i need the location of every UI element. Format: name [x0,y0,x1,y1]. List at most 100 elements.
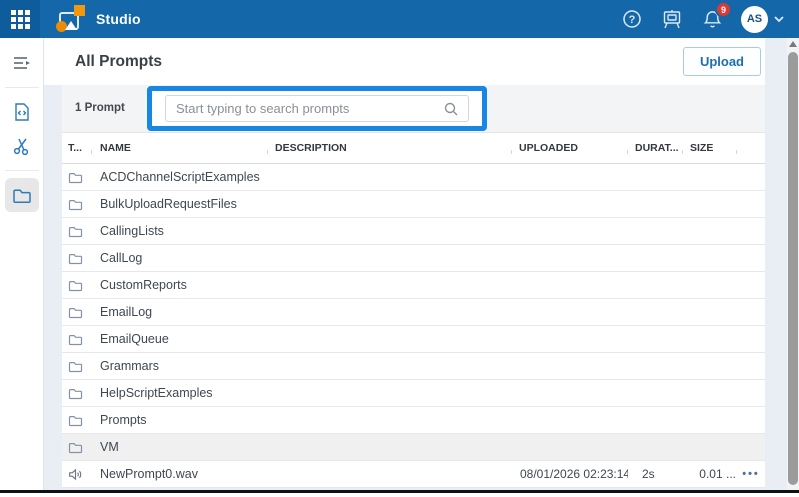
presentation-screen-icon[interactable] [661,8,683,30]
row-type-cell [62,198,92,211]
sidebar-divider [5,170,39,171]
app-launcher-button[interactable] [0,0,40,38]
folder-icon [68,360,83,373]
folder-icon [68,414,83,427]
row-size: 0.01 ... [683,467,737,481]
search-input[interactable] [166,101,443,116]
upload-button[interactable]: Upload [683,47,761,76]
row-type-cell [62,414,92,427]
table-row[interactable]: CallingLists [62,218,765,245]
prompts-panel: 1 Prompt T... NAME DESCRIPTION [62,85,765,488]
notification-badge: 9 [715,1,732,18]
brand: Studio [56,5,141,33]
scrollbar-thumb[interactable] [788,52,798,485]
topbar-actions: ? 9 AS [621,6,799,33]
table-header: T... NAME DESCRIPTION UPLOADED DURAT... … [62,133,765,164]
prompt-count: 1 Prompt [75,102,125,114]
folder-icon [12,187,32,204]
sidebar-item-prompts-folder[interactable] [5,178,39,212]
top-bar: Studio ? 9 [0,0,799,38]
audio-speaker-icon [68,468,83,481]
table-row[interactable]: CallLog [62,245,765,272]
search-box [165,95,469,122]
row-name: EmailLog [92,305,268,319]
table-row[interactable]: EmailQueue [62,326,765,353]
toolbar: 1 Prompt [62,85,765,133]
sidebar-item-script-list[interactable] [5,46,39,80]
column-header-type[interactable]: T... [62,142,92,154]
table-row[interactable]: EmailLog [62,299,765,326]
studio-logo-icon [56,5,86,33]
row-uploaded: 08/01/2026 02:23:14 [512,467,628,481]
folder-icon [68,441,83,454]
app-title: Studio [96,11,141,27]
avatar: AS [741,6,768,33]
folder-icon [68,198,83,211]
row-name: EmailQueue [92,332,268,346]
code-document-icon [13,102,31,122]
row-name: BulkUploadRequestFiles [92,197,268,211]
table-row[interactable]: BulkUploadRequestFiles [62,191,765,218]
apps-grid-icon [11,10,30,29]
row-type-cell [62,360,92,373]
sidebar-item-scissors[interactable] [5,129,39,163]
notifications-button[interactable]: 9 [701,8,723,30]
app-body: All Prompts Upload 1 Prompt [0,38,799,490]
search-highlight-annotation [147,86,487,131]
column-header-uploaded[interactable]: UPLOADED [512,142,628,154]
row-type-cell [62,468,92,481]
folder-icon [68,333,83,346]
row-name: Prompts [92,413,268,427]
table-row[interactable]: NewPrompt0.wav 08/01/2026 02:23:14 2s 0.… [62,461,765,488]
main-content: All Prompts Upload 1 Prompt [44,38,787,490]
row-name: CustomReports [92,278,268,292]
script-list-icon [12,55,32,71]
row-type-cell [62,225,92,238]
row-name: ACDChannelScriptExamples [92,170,268,184]
help-icon[interactable]: ? [621,8,643,30]
table-row[interactable]: HelpScriptExamples [62,380,765,407]
chevron-down-icon [773,15,785,23]
table-row[interactable]: ACDChannelScriptExamples [62,164,765,191]
row-type-cell [62,252,92,265]
row-name: CallLog [92,251,268,265]
folder-icon [68,279,83,292]
table-body: ACDChannelScriptExamples BulkUploadReque… [62,164,765,488]
row-type-cell [62,171,92,184]
sidebar-divider [5,87,39,88]
table-row[interactable]: CustomReports [62,272,765,299]
vertical-scrollbar[interactable] [787,38,799,490]
table-row[interactable]: Grammars [62,353,765,380]
table-row[interactable]: VM [62,434,765,461]
row-name: Grammars [92,359,268,373]
search-icon[interactable] [443,101,459,117]
column-header-size[interactable]: SIZE [683,142,737,154]
app-window: Studio ? 9 [0,0,799,497]
row-name: NewPrompt0.wav [92,467,268,481]
row-type-cell [62,441,92,454]
folder-icon [68,171,83,184]
svg-text:?: ? [629,14,636,26]
row-type-cell [62,387,92,400]
row-name: VM [92,440,268,454]
scroll-up-arrow-icon[interactable] [789,41,797,47]
folder-icon [68,387,83,400]
folder-icon [68,306,83,319]
window-border [0,490,799,493]
page-title: All Prompts [75,53,162,71]
row-duration: 2s [628,467,683,481]
row-type-cell [62,279,92,292]
row-actions-menu[interactable]: ••• [737,468,765,480]
row-type-cell [62,306,92,319]
column-header-duration[interactable]: DURAT... [628,142,683,154]
user-menu[interactable]: AS [741,6,785,33]
sidebar-item-code-document[interactable] [5,95,39,129]
table-row[interactable]: Prompts [62,407,765,434]
left-sidebar [0,38,44,490]
page-header: All Prompts Upload [44,38,765,85]
row-name: CallingLists [92,224,268,238]
row-type-cell [62,333,92,346]
column-header-description[interactable]: DESCRIPTION [268,142,512,154]
column-header-name[interactable]: NAME [92,142,268,154]
folder-icon [68,252,83,265]
